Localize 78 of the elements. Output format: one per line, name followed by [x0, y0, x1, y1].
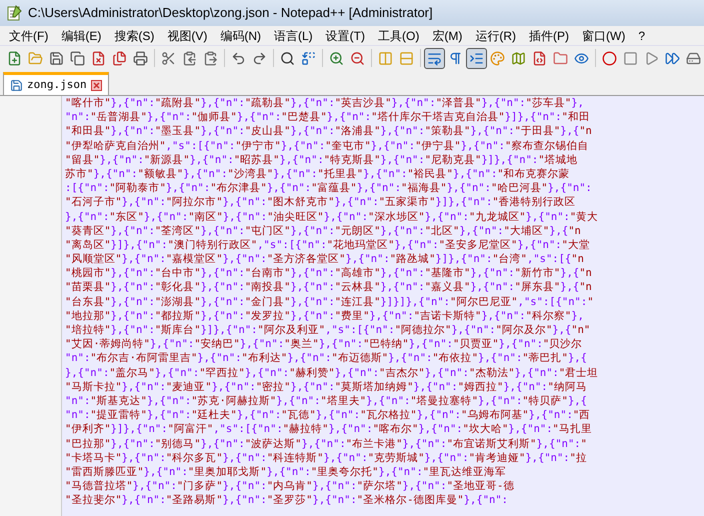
undo-icon: [231, 50, 246, 66]
split-view-icon: [378, 50, 393, 66]
stop-icon: [623, 50, 638, 66]
code-line: "n":"斯基克达"},{"n":"苏克·阿赫拉斯"},{"n":"塔里夫"},{"n":"塔曼拉塞特"},{"n":"特贝萨"},{: [65, 394, 587, 408]
cut-icon: [161, 50, 176, 66]
window-title: C:\Users\Administrator\Desktop\zong.json - Notepad++ [Administrator]: [28, 4, 433, 22]
eye-icon: [574, 50, 589, 66]
code-line: "留县"},{"n":"新源县"},{"n":"昭苏县"},{"n":"特克斯县"},{"n":"尼勒克县"}]},{"n":"塔城地: [65, 152, 578, 167]
new-file-icon: [7, 50, 22, 66]
print-icon: [133, 50, 148, 66]
menu-item[interactable]: 编辑(E): [56, 26, 106, 44]
tab-label: zong.json: [27, 76, 87, 93]
code-line: 苏市"},{"n":"额敏县"},{"n":"沙湾县"},{"n":"托里县"},{"n":"裕民县"},{"n":"和布克赛尔蒙: [65, 166, 570, 182]
code-line: "伊利齐"}]},{"n":"阿富汗","s":[{"n":"赫拉特"},{"n":"喀布尔"},{"n":"坎大哈"},{"n":"马扎里: [65, 422, 592, 436]
menu-item[interactable]: 文件(F): [4, 26, 54, 44]
code-line: "和田县"},{"n":"墨玉县"},{"n":"皮山县"},{"n":"洛浦县"},{"n":"策勒县"},{"n":"于田县"},{"n: [65, 124, 592, 139]
code-line: "艾因·蒂姆尚特"},{"n":"安纳巴"},{"n":"奥兰"},{"n":"巴特纳"},{"n":"贝贾亚"},{"n":"贝沙尔: [65, 337, 582, 352]
redo-icon: [252, 50, 267, 66]
folder-icon: [553, 50, 568, 66]
zoom-in-icon: [329, 50, 344, 66]
menu-item[interactable]: 运行(R): [470, 26, 521, 44]
code-line: },{"n":"东区"},{"n":"南区"},{"n":"油尖旺区"},{"n":"深水埗区"},{"n":"九龙城区"},{"n":"黄大: [65, 210, 598, 224]
close-file-icon: [91, 50, 106, 66]
code-line: "培拉特"},{"n":"斯库台"}]},{"n":"阿尔及利亚","s":[{"n":"阿德拉尔"},{"n":"阿尔及尔"},{"n": [65, 323, 590, 338]
code-line: "n":"岳普湖县"},{"n":"伽师县"},{"n":"巴楚县"},{"n":"塔什库尔干塔吉克自治县"}]},{"n":"和田: [65, 110, 590, 124]
menu-item[interactable]: 视图(V): [162, 26, 212, 44]
play-icon: [644, 50, 659, 66]
code-line: "台东县"},{"n":"澎湖县"},{"n":"金门县"},{"n":"连江县"}]}]},{"n":"阿尔巴尼亚","s":[{"n":": [65, 294, 594, 309]
code-line: "石河子市"},{"n":"阿拉尔市"},{"n":"图木舒克市"},{"n":"五家渠市"}]},{"n":"香港特别行政区: [65, 195, 576, 210]
copy-icon: [182, 50, 197, 66]
code-line: "n":"布尔吉·布阿雷里吉"},{"n":"布利达"},{"n":"布迈德斯"},{"n":"布依拉"},{"n":"蒂巴扎"},{: [65, 351, 587, 366]
menu-item[interactable]: 宏(M): [427, 26, 468, 44]
toolbar-button[interactable]: [466, 48, 487, 68]
code-line: "苗栗县"},{"n":"彰化县"},{"n":"南投县"},{"n":"云林县"},{"n":"嘉义县"},{"n":"屏东县"},{"n: [65, 280, 592, 295]
code-line: "离岛区"}]},{"n":"澳门特别行政区","s":[{"n":"花地玛堂区"},{"n":"圣安多尼堂区"},{"n":"大堂: [65, 238, 590, 252]
code-line: "马斯卡拉"},{"n":"麦迪亚"},{"n":"密拉"},{"n":"莫斯塔加纳姆"},{"n":"姆西拉"},{"n":"纳阿马: [65, 380, 587, 394]
code-line: },{"n":"盖尔马"},{"n":"罕西拉"},{"n":"赫利赞"},{"n":"吉杰尔"},{"n":"杰勒法"},{"n":"君士坦: [65, 366, 598, 380]
menu-item[interactable]: 语言(L): [269, 26, 318, 44]
file-tab[interactable]: zong.json: [3, 72, 109, 95]
code-line: "n":"提亚雷特"},{"n":"廷杜夫"},{"n":"瓦德"},{"n":"瓦尔格拉"},{"n":"乌姆布阿基"},{"n":"西: [65, 408, 590, 422]
code-line: "地拉那"},{"n":"都拉斯"},{"n":"发罗拉"},{"n":"费里"},{"n":"吉诺卡斯特"},{"n":"科尔察"},: [65, 308, 584, 323]
code-line: "马德普拉塔"},{"n":"门多萨"},{"n":"内乌肯"},{"n":"萨尔塔"},{"n":"圣地亚哥-德: [65, 479, 514, 494]
menu-item[interactable]: 插件(P): [524, 26, 574, 44]
fast-forward-icon: [665, 50, 680, 66]
save-icon: [49, 50, 64, 66]
save-icon: [10, 78, 23, 92]
document-icon: [532, 50, 547, 66]
code-line: "伊犁哈萨克自治州","s":[{"n":"伊宁市"},{"n":"奎屯市"},{"n":"伊宁县"},{"n":"察布查尔锡伯自: [65, 138, 588, 153]
palette-icon: [490, 50, 505, 66]
menu-item[interactable]: ?: [633, 26, 650, 44]
code-line: :[{"n":"阿勒泰市"},{"n":"布尔津县"},{"n":"富蕴县"},{"n":"福海县"},{"n":"哈巴河县"},{"n":: [65, 181, 592, 196]
pilcrow-icon: [448, 50, 463, 66]
split-view-icon: [399, 50, 414, 66]
replace-icon: [301, 50, 316, 66]
code-line: "圣拉斐尔"},{"n":"圣路易斯"},{"n":"圣罗莎"},{"n":"圣米格尔-德图库曼"},{"n":: [65, 493, 508, 508]
wrap-icon: [427, 50, 442, 66]
close-all-icon: [112, 50, 127, 66]
toolbar-button[interactable]: [424, 48, 445, 68]
zoom-out-icon: [350, 50, 365, 66]
code-line: "巴拉那"},{"n":"别德马"},{"n":"波萨达斯"},{"n":"布兰卡港"},{"n":"布宜诺斯艾利斯"},{"n":": [65, 436, 587, 451]
code-line: "喀什市"},{"n":"疏附县"},{"n":"疏勒县"},{"n":"英吉沙县"},{"n":"泽普县"},{"n":"莎车县"},: [65, 96, 584, 110]
menu-item[interactable]: 窗口(W): [577, 26, 630, 44]
menu-item[interactable]: 编码(N): [215, 26, 266, 44]
folder-icon: [28, 50, 43, 66]
code-line: "桃园市"},{"n":"台中市"},{"n":"台南市"},{"n":"高雄市"},{"n":"基隆市"},{"n":"新竹市"},{"n: [65, 266, 592, 280]
paste-icon: [203, 50, 218, 66]
code-line: "风顺堂区"},{"n":"嘉模堂区"},{"n":"圣方济各堂区"},{"n":"路氹城"}]},{"n":"台湾","s":[{"n: [65, 252, 584, 266]
code-line: "卡塔马卡"},{"n":"科尔多瓦"},{"n":"科连特斯"},{"n":"克劳斯城"},{"n":"肯考迪娅"},{"n":"拉: [65, 450, 587, 465]
close-icon[interactable]: [90, 80, 102, 90]
code-line: "雷西斯滕匹亚"},{"n":"里奥加耶戈斯"},{"n":"里奥夸尔托"},{"n":"里瓦达维亚海军: [65, 464, 506, 480]
indent-guide-icon: [469, 50, 484, 66]
menu-item[interactable]: 设置(T): [320, 26, 370, 44]
menu-item[interactable]: 工具(O): [373, 26, 424, 44]
menu-item[interactable]: 搜索(S): [109, 26, 160, 44]
record-icon: [602, 50, 617, 66]
notepad-icon: [6, 5, 22, 21]
code-line: "葵青区"},{"n":"荃湾区"},{"n":"屯门区"},{"n":"元朗区"},{"n":"北区"},{"n":"大埔区"},{"n: [65, 224, 581, 238]
map-icon: [511, 50, 526, 66]
